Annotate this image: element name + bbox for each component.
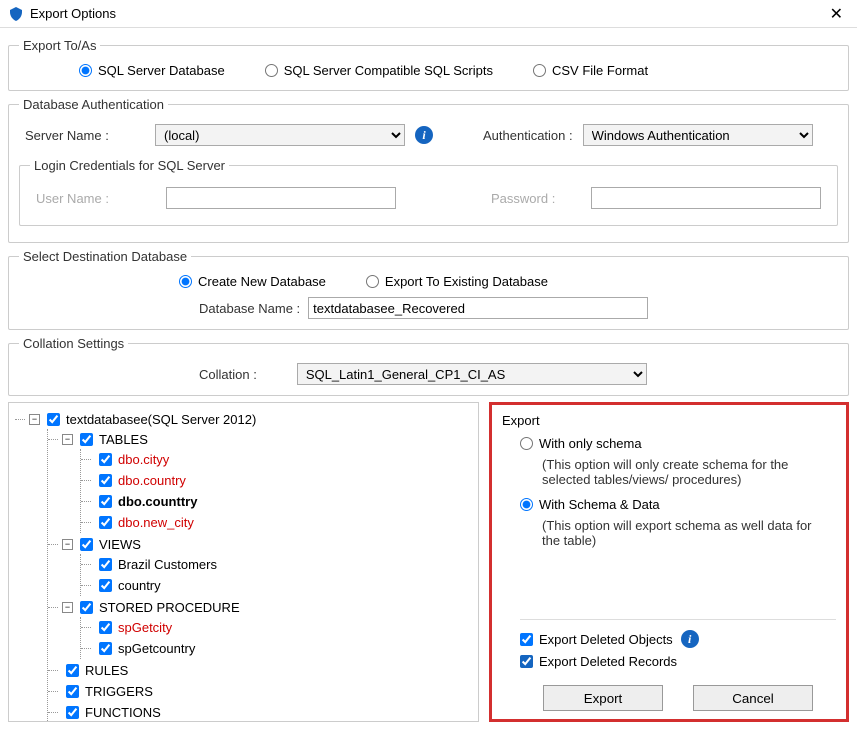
tree-views[interactable]: − VIEWS	[62, 535, 141, 554]
tree-item[interactable]: spGetcountry	[95, 639, 195, 658]
tree-item[interactable]: dbo.cityy	[95, 450, 169, 469]
login-credentials-legend: Login Credentials for SQL Server	[30, 158, 229, 173]
tree-triggers[interactable]: TRIGGERS	[62, 682, 153, 701]
collation-label: Collation :	[199, 367, 257, 382]
tree-sp[interactable]: − STORED PROCEDURE	[62, 598, 240, 617]
collapse-icon[interactable]: −	[29, 414, 40, 425]
radio-csv[interactable]: CSV File Format	[533, 63, 648, 78]
tree-tables[interactable]: − TABLES	[62, 430, 148, 449]
export-panel-title: Export	[502, 413, 836, 428]
tree-sp-label: STORED PROCEDURE	[99, 600, 240, 615]
only-schema-desc: (This option will only create schema for…	[542, 457, 822, 487]
radio-only-schema[interactable]: With only schema	[520, 436, 642, 451]
server-name-label: Server Name :	[25, 128, 145, 143]
tree-item-label: spGetcity	[118, 620, 172, 635]
collapse-icon[interactable]: −	[62, 539, 73, 550]
destination-db-group: Select Destination Database Create New D…	[8, 249, 849, 330]
radio-csv-label: CSV File Format	[552, 63, 648, 78]
tree-tables-label: TABLES	[99, 432, 148, 447]
info-icon[interactable]: i	[681, 630, 699, 648]
tree-tables-check[interactable]	[80, 433, 93, 446]
tree-item-label: dbo.new_city	[118, 515, 194, 530]
tree-item[interactable]: dbo.counttry	[95, 492, 197, 511]
tree-views-check[interactable]	[80, 538, 93, 551]
tree-root-check[interactable]	[47, 413, 60, 426]
collation-legend: Collation Settings	[19, 336, 128, 351]
check-export-deleted-records-label: Export Deleted Records	[539, 654, 677, 669]
export-button[interactable]: Export	[543, 685, 663, 711]
tree-root[interactable]: − textdatabasee(SQL Server 2012)	[29, 410, 256, 429]
close-icon[interactable]: ✕	[824, 4, 849, 24]
tree-rules-label: RULES	[85, 663, 128, 678]
radio-schema-and-data-label: With Schema & Data	[539, 497, 660, 512]
cancel-button[interactable]: Cancel	[693, 685, 813, 711]
authentication-select[interactable]: Windows Authentication	[583, 124, 813, 146]
radio-schema-and-data[interactable]: With Schema & Data	[520, 497, 660, 512]
username-label: User Name :	[36, 191, 156, 206]
tree-triggers-label: TRIGGERS	[85, 684, 153, 699]
tree-item-label: country	[118, 578, 161, 593]
export-to-legend: Export To/As	[19, 38, 100, 53]
tree-item[interactable]: spGetcity	[95, 618, 172, 637]
app-icon	[8, 6, 24, 22]
login-credentials-group: Login Credentials for SQL Server User Na…	[19, 158, 838, 226]
collapse-icon[interactable]: −	[62, 602, 73, 613]
radio-create-new-db[interactable]: Create New Database	[179, 274, 326, 289]
tree-item-label: dbo.cityy	[118, 452, 169, 467]
collapse-icon[interactable]: −	[62, 434, 73, 445]
tree-views-label: VIEWS	[99, 537, 141, 552]
radio-sql-scripts-label: SQL Server Compatible SQL Scripts	[284, 63, 493, 78]
tree-functions[interactable]: FUNCTIONS	[62, 703, 161, 722]
db-auth-group: Database Authentication Server Name : (l…	[8, 97, 849, 243]
window-title: Export Options	[30, 6, 824, 21]
schema-and-data-desc: (This option will export schema as well …	[542, 518, 822, 548]
tree-item[interactable]: dbo.new_city	[95, 513, 194, 532]
radio-existing-db[interactable]: Export To Existing Database	[366, 274, 548, 289]
destination-db-legend: Select Destination Database	[19, 249, 191, 264]
tree-rules[interactable]: RULES	[62, 661, 128, 680]
object-tree[interactable]: − textdatabasee(SQL Server 2012) − TABLE…	[8, 402, 479, 722]
server-name-select[interactable]: (local)	[155, 124, 405, 146]
export-panel: Export With only schema (This option wil…	[489, 402, 849, 722]
tree-item[interactable]: dbo.country	[95, 471, 186, 490]
radio-create-new-db-label: Create New Database	[198, 274, 326, 289]
tree-functions-label: FUNCTIONS	[85, 705, 161, 720]
tree-sp-check[interactable]	[80, 601, 93, 614]
info-icon[interactable]: i	[415, 126, 433, 144]
export-to-group: Export To/As SQL Server Database SQL Ser…	[8, 38, 849, 91]
tree-item-label: Brazil Customers	[118, 557, 217, 572]
password-label: Password :	[491, 191, 581, 206]
tree-item-label: dbo.country	[118, 473, 186, 488]
authentication-label: Authentication :	[483, 128, 573, 143]
db-name-input[interactable]	[308, 297, 648, 319]
collation-group: Collation Settings Collation : SQL_Latin…	[8, 336, 849, 396]
radio-existing-db-label: Export To Existing Database	[385, 274, 548, 289]
radio-sql-server-db[interactable]: SQL Server Database	[79, 63, 225, 78]
check-export-deleted-objects-label: Export Deleted Objects	[539, 632, 673, 647]
tree-item[interactable]: country	[95, 576, 161, 595]
password-input	[591, 187, 821, 209]
radio-sql-server-db-label: SQL Server Database	[98, 63, 225, 78]
username-input	[166, 187, 396, 209]
db-auth-legend: Database Authentication	[19, 97, 168, 112]
db-name-label: Database Name :	[199, 301, 300, 316]
tree-root-label: textdatabasee(SQL Server 2012)	[66, 412, 256, 427]
tree-item-label: dbo.counttry	[118, 494, 197, 509]
tree-item[interactable]: Brazil Customers	[95, 555, 217, 574]
tree-item-label: spGetcountry	[118, 641, 195, 656]
radio-sql-scripts[interactable]: SQL Server Compatible SQL Scripts	[265, 63, 493, 78]
radio-only-schema-label: With only schema	[539, 436, 642, 451]
titlebar: Export Options ✕	[0, 0, 857, 28]
check-export-deleted-records[interactable]: Export Deleted Records	[520, 654, 677, 669]
check-export-deleted-objects[interactable]: Export Deleted Objects	[520, 632, 673, 647]
collation-select[interactable]: SQL_Latin1_General_CP1_CI_AS	[297, 363, 647, 385]
